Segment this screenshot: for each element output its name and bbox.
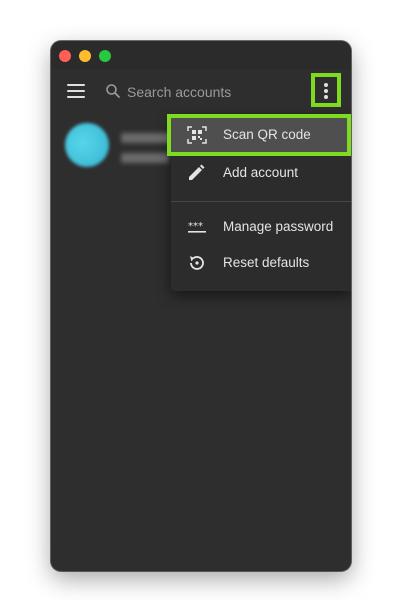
- search-input[interactable]: [125, 81, 309, 103]
- pencil-icon: [189, 164, 205, 180]
- search-icon: [106, 84, 120, 98]
- menu-item-label: Add account: [223, 165, 299, 180]
- password-icon: ***: [188, 221, 206, 233]
- more-options-button[interactable]: [311, 73, 341, 107]
- redacted-account-code: [121, 153, 169, 163]
- app-window: Scan QR code Add account *** Manage pass…: [51, 41, 351, 571]
- menu-item-scan-qr[interactable]: Scan QR code: [167, 114, 351, 156]
- app-bar: [51, 69, 351, 113]
- close-window-button[interactable]: [59, 50, 71, 62]
- hamburger-menu-icon[interactable]: [65, 82, 87, 100]
- highlight-outline: [167, 114, 351, 156]
- svg-text:***: ***: [188, 221, 203, 232]
- maximize-window-button[interactable]: [99, 50, 111, 62]
- menu-item-label: Manage password: [223, 219, 334, 234]
- menu-item-manage-password[interactable]: *** Manage password: [171, 209, 351, 245]
- title-bar: [51, 41, 351, 69]
- menu-item-label: Reset defaults: [223, 255, 310, 270]
- avatar: [65, 123, 109, 167]
- minimize-window-button[interactable]: [79, 50, 91, 62]
- menu-item-reset-defaults[interactable]: Reset defaults: [171, 245, 351, 281]
- reset-icon: [190, 256, 204, 270]
- menu-divider: [171, 201, 351, 202]
- overflow-menu: Scan QR code Add account *** Manage pass…: [167, 114, 351, 291]
- menu-item-add-account[interactable]: Add account: [171, 155, 351, 191]
- more-vert-icon: [324, 83, 328, 87]
